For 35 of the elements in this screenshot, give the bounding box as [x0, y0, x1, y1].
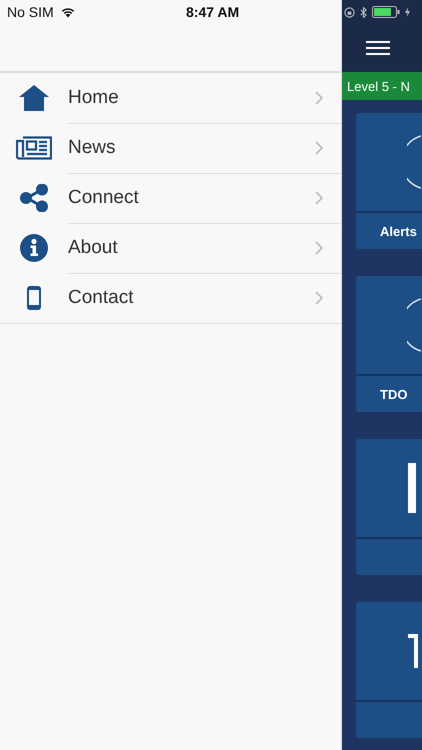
- tile-label: Alerts: [380, 224, 417, 238]
- tile-label: TDO: [380, 386, 408, 402]
- info-icon: [20, 234, 48, 262]
- bluetooth-icon: [360, 6, 367, 18]
- level-banner: Level 5 - N: [342, 72, 422, 100]
- bar-icon: [408, 463, 416, 513]
- menu-item[interactable]: News: [0, 123, 341, 173]
- menu-item[interactable]: Connect: [0, 173, 341, 223]
- chevron-icon: [315, 191, 323, 205]
- wifi-icon: [60, 6, 76, 18]
- rotation-lock-icon: [344, 6, 355, 18]
- share-icon: [20, 184, 48, 212]
- tile-card[interactable]: Alerts: [356, 113, 422, 249]
- chevron-icon: [315, 241, 323, 255]
- menu-label: Contact: [68, 287, 134, 309]
- home-icon: [19, 85, 49, 111]
- tee-icon: [408, 634, 418, 668]
- menu-item[interactable]: Home: [0, 73, 341, 123]
- clock-text: 8:47 AM: [186, 4, 240, 20]
- menu-label: Home: [68, 87, 120, 109]
- phone-icon: [27, 286, 41, 310]
- menu-icon[interactable]: [366, 41, 390, 55]
- menu-item[interactable]: About: [0, 223, 341, 273]
- carrier-text: No SIM: [7, 4, 54, 20]
- chevron-icon: [315, 91, 323, 105]
- menu-label: About: [68, 237, 119, 259]
- tile-card[interactable]: TDO: [356, 276, 422, 412]
- menu-item[interactable]: Contact: [0, 273, 341, 323]
- charging-icon: [405, 7, 410, 17]
- battery-icon: [372, 6, 400, 18]
- newspaper-icon: [16, 136, 52, 160]
- menu-label: News: [68, 137, 117, 159]
- chevron-icon: [315, 141, 323, 155]
- menu-label: Connect: [68, 187, 140, 209]
- chevron-icon: [315, 291, 323, 305]
